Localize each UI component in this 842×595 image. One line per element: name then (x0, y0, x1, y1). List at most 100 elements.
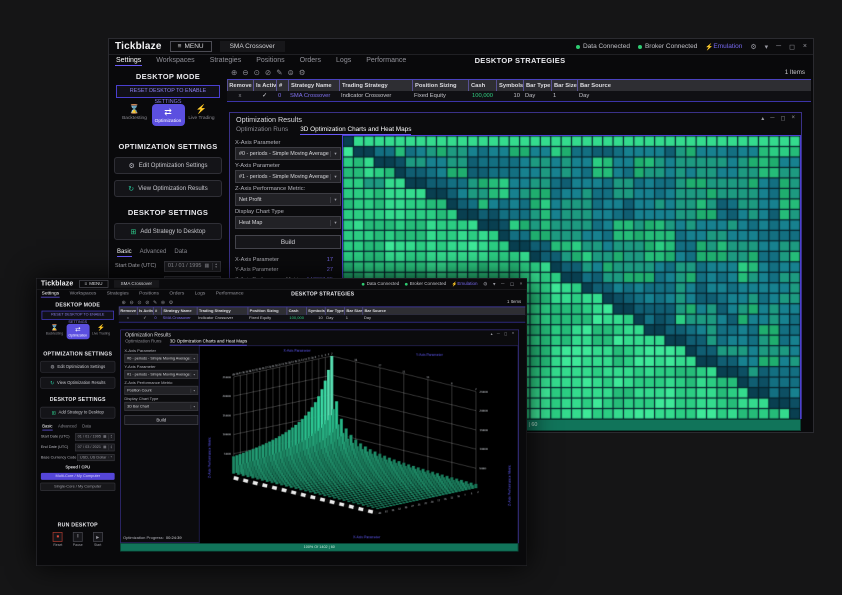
close-button[interactable]: × (512, 332, 514, 337)
maximize-button[interactable]: ◻ (781, 115, 786, 122)
remove-icon[interactable]: ⊖ (242, 68, 248, 77)
edit-optimization-button[interactable]: ⚙Edit Optimization Settings (40, 361, 115, 373)
rcell[interactable]: Indicator Crossover (197, 315, 248, 322)
rcell[interactable]: Day (523, 91, 551, 101)
enable-icon[interactable]: ⊙ (137, 299, 141, 305)
currency-select[interactable]: USD, US Dollar▾ (77, 454, 115, 461)
menu-button[interactable]: ≡MENU (79, 280, 108, 288)
mode-backtesting[interactable]: ⌛Backtesting (118, 104, 151, 121)
minimize-button[interactable]: ─ (497, 332, 500, 337)
mode-live-trading[interactable]: ⚡Live Trading (90, 324, 113, 336)
single-core-button[interactable]: Single-Core / My Computer (40, 482, 115, 490)
rcell[interactable]: SMA Crossover (161, 315, 196, 322)
y-axis-select[interactable]: #1 - periods - Simple Moving Average▾ (124, 370, 198, 379)
gear-icon[interactable]: ⚙ (750, 43, 756, 51)
edit-icon[interactable]: ✎ (153, 299, 157, 305)
stab[interactable]: Advanced (58, 425, 77, 431)
build-button[interactable]: Build (235, 235, 341, 249)
calendar-icon[interactable]: ▦ (103, 445, 106, 449)
start-date-input[interactable]: 01 / 01 / 1995▦▴▾ (164, 261, 221, 272)
rcell[interactable]: 100,000 (468, 91, 496, 101)
tab-3d-charts[interactable]: 3D Optimization Charts and Heat Maps (300, 126, 411, 135)
hcell[interactable]: # (276, 80, 288, 91)
close-button[interactable]: × (791, 115, 795, 122)
minimize-button[interactable]: ─ (776, 43, 781, 50)
hcell[interactable]: Is Active (253, 80, 276, 91)
hcell[interactable]: Cash (287, 307, 306, 315)
z-metric-select[interactable]: Net Profit▾ (235, 193, 341, 206)
disable-icon[interactable]: ⊘ (265, 68, 271, 77)
chart-type-select[interactable]: 3D Bar Chart▾ (124, 402, 198, 411)
x-axis-select[interactable]: #0 - periods - Simple Moving Average▾ (124, 354, 198, 363)
hcell[interactable]: Bar Type (523, 80, 551, 91)
date-stepper[interactable]: ▴▾ (212, 263, 217, 270)
hcell[interactable]: # (153, 307, 161, 315)
rcell[interactable]: 0 (276, 91, 288, 101)
hcell[interactable]: Bar Type (325, 307, 344, 315)
y-axis-select[interactable]: #1 - periods - Simple Moving Average▾ (235, 170, 341, 183)
pin-icon[interactable]: ▴ (491, 332, 493, 337)
clone-icon[interactable]: ⊜ (287, 68, 293, 77)
rcell[interactable]: 10 (496, 91, 523, 101)
clone-icon[interactable]: ⊜ (161, 299, 165, 305)
edit-optimization-button[interactable]: ⚙Edit Optimization Settings (114, 157, 222, 174)
settings-icon[interactable]: ⚙ (299, 68, 306, 77)
mode-optimization[interactable]: ⇄Optimization (66, 324, 89, 339)
rcell[interactable]: ✓ (253, 91, 276, 101)
date-stepper[interactable]: ▴▾ (109, 435, 112, 440)
rcell[interactable]: SMA Crossover (288, 91, 339, 101)
reset-button[interactable]: ■Reset (51, 532, 65, 547)
hcell[interactable]: Position Sizing (248, 307, 287, 315)
chart-type-select[interactable]: Heat Map▾ (235, 216, 341, 229)
enable-icon[interactable]: ⊙ (254, 68, 260, 77)
pause-button[interactable]: ‖Pause (71, 532, 85, 547)
navtab[interactable]: Settings (115, 56, 142, 66)
hcell[interactable]: Cash (468, 80, 496, 91)
calendar-icon[interactable]: ▦ (204, 263, 209, 269)
gear-icon[interactable]: ⚙ (483, 281, 487, 287)
hcell[interactable]: Is Active (137, 307, 153, 315)
close-button[interactable]: × (520, 281, 523, 286)
rcell[interactable]: 1 (344, 315, 362, 322)
navtab[interactable]: Workspaces (155, 56, 195, 65)
minimize-button[interactable]: ─ (770, 115, 774, 122)
emulation-status[interactable]: ⚡Emulation (705, 43, 742, 51)
strategy-row[interactable]: x✓0SMA CrossoverIndicator CrossoverFixed… (119, 315, 525, 323)
rcell[interactable]: 100,000 (287, 315, 306, 322)
rcell[interactable]: Fixed Equity (412, 91, 468, 101)
document-tab[interactable]: SMA Crossover (114, 280, 159, 288)
stab[interactable]: Data (174, 249, 187, 257)
hcell[interactable]: Bar Size (344, 307, 362, 315)
date-stepper[interactable]: ▴▾ (109, 445, 112, 450)
x-axis-select[interactable]: #0 - periods - Simple Moving Average▾ (235, 147, 341, 160)
hcell[interactable]: Trading Strategy (197, 307, 248, 315)
rcell[interactable]: Indicator Crossover (339, 91, 412, 101)
hcell[interactable]: Strategy Name (161, 307, 196, 315)
maximize-button[interactable]: ◻ (789, 43, 795, 51)
stab[interactable]: Basic (42, 425, 52, 431)
add-icon[interactable]: ⊕ (231, 68, 237, 77)
stab[interactable]: Advanced (140, 249, 167, 257)
close-button[interactable]: × (803, 43, 807, 50)
pin-icon[interactable]: ▾ (765, 43, 769, 51)
build-button[interactable]: Build (124, 415, 198, 425)
rcell[interactable]: x (119, 315, 137, 322)
start-date-input[interactable]: 01 / 01 / 1995▦▴▾ (75, 433, 115, 441)
end-date-input[interactable]: 07 / 03 / 2021▦▴▾ (75, 444, 115, 452)
maximize-button[interactable]: ◻ (510, 281, 514, 287)
emulation-status[interactable]: ⚡Emulation (452, 281, 478, 287)
add-icon[interactable]: ⊕ (122, 299, 126, 305)
hcell[interactable]: Bar Source (577, 80, 811, 91)
stab[interactable]: Basic (117, 249, 132, 257)
pin-icon[interactable]: ▴ (761, 115, 764, 122)
rcell[interactable]: ✓ (137, 315, 153, 322)
rcell[interactable]: Day (362, 315, 525, 322)
hcell[interactable]: Strategy Name (288, 80, 339, 91)
settings-icon[interactable]: ⚙ (169, 299, 174, 305)
mode-backtesting[interactable]: ⌛Backtesting (43, 324, 66, 336)
pin-icon[interactable]: ▾ (493, 281, 495, 287)
view-results-button[interactable]: ↻View Optimization Results (40, 377, 115, 389)
rcell[interactable]: x (227, 91, 253, 101)
menu-button[interactable]: ≡MENU (170, 41, 212, 52)
rcell[interactable]: 10 (306, 315, 325, 322)
